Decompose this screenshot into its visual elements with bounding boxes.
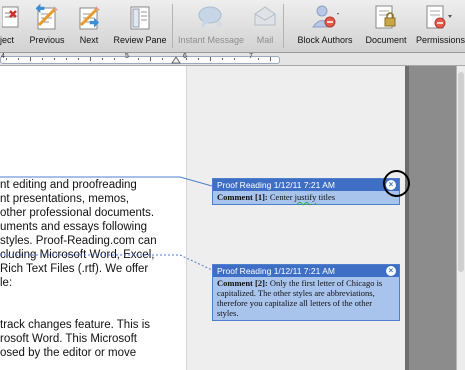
delete-comment-icon[interactable]: × [386, 266, 396, 276]
comment-balloon-2[interactable]: Proof Reading 1/12/11 7:21 AM × Comment … [212, 264, 400, 321]
comment-1-text-end: titles [316, 192, 336, 202]
comment-1-connector [0, 176, 213, 187]
comment-1-flagged-word: justify [294, 192, 317, 202]
comment-1-header: Proof Reading 1/12/11 7:21 AM × [213, 179, 399, 191]
comment-2-connector [0, 254, 213, 271]
comment-1-author-date: Proof Reading 1/12/11 7:21 AM [217, 180, 335, 190]
comment-2-body[interactable]: Comment [2]: Only the first letter of Ch… [213, 277, 399, 320]
comment-balloon-1[interactable]: Proof Reading 1/12/11 7:21 AM × Comment … [212, 178, 400, 205]
comment-1-label: Comment [1]: [217, 192, 268, 202]
highlight-circle [383, 170, 410, 197]
comment-1-text: Center [269, 192, 295, 202]
comment-2-label: Comment [2]: [217, 278, 268, 288]
comment-2-header: Proof Reading 1/12/11 7:21 AM × [213, 265, 399, 277]
comment-2-author-date: Proof Reading 1/12/11 7:21 AM [217, 266, 335, 276]
comment-1-body[interactable]: Comment [1]: Center justify titles [213, 191, 399, 204]
